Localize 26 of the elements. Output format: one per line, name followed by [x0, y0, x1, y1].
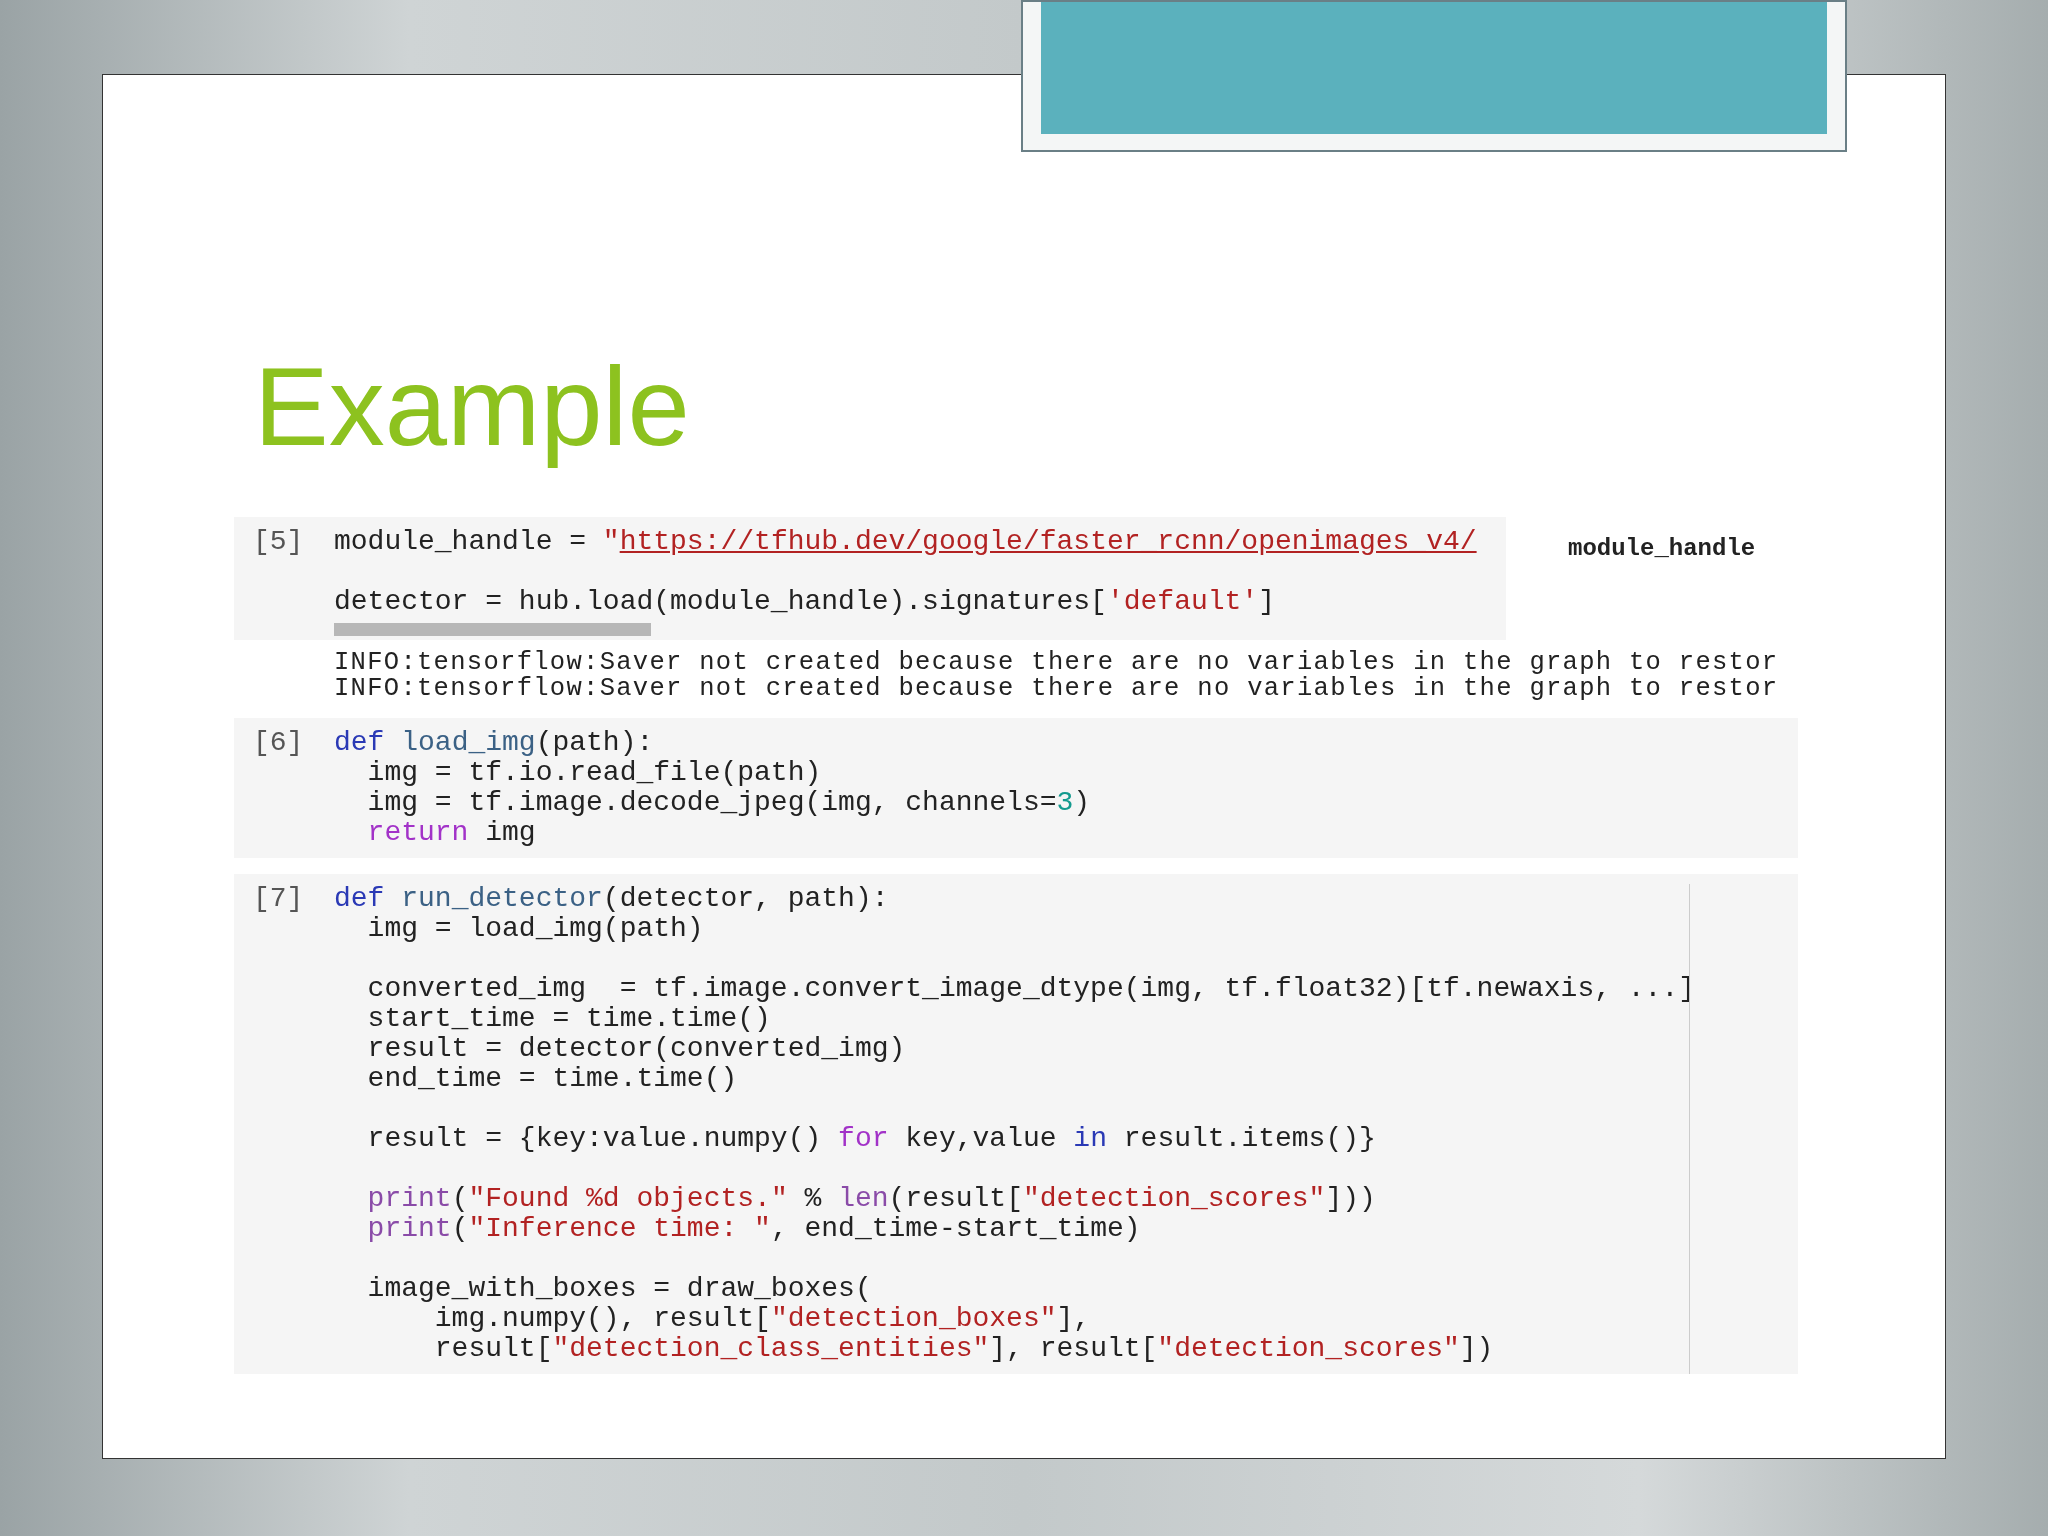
output-line: INFO:tensorflow:Saver not created because there are no variables in the graph to restor: [334, 650, 1780, 676]
code-line: detector = hub.load(module_handle).signatures['default']: [334, 585, 1276, 617]
code-line: img = tf.io.read_file(path): [366, 758, 823, 788]
code-line: result = detector(converted_img): [366, 1034, 907, 1064]
cell-prompt: [5]: [252, 527, 305, 559]
code-line: def load_img(path):: [334, 728, 655, 758]
output-line: INFO:tensorflow:Saver not created because there are no variables in the graph to restor: [334, 676, 1780, 702]
code-line: print("Inference time: ", end_time-start_time): [366, 1214, 1142, 1244]
code-line: def run_detector(detector, path):: [334, 884, 890, 914]
code-line: result["detection_class_entities"], result["detection_scores"]): [433, 1334, 1495, 1364]
code-line: print("Found %d objects." % len(result["detection_scores"])): [366, 1182, 1377, 1214]
code-line: img = tf.image.decode_jpeg(img, channels=3): [366, 788, 1092, 818]
cell-prompt: [7]: [252, 884, 305, 916]
output-text: module_handle: [1568, 534, 1756, 564]
code-line: img.numpy(), result["detection_boxes"],: [433, 1304, 1092, 1334]
code-line: end_time = time.time(): [366, 1064, 739, 1094]
code-line: module_handle = "https://tfhub.dev/google/faster_rcnn/openimages_v4/: [334, 527, 1478, 557]
slide-title: Example: [254, 343, 690, 471]
code-line: converted_img = tf.image.convert_image_dtype(img, tf.float32)[tf.newaxis, ...]: [366, 972, 1697, 1004]
code-line: img = load_img(path): [366, 914, 705, 944]
cell-prompt: [6]: [252, 728, 305, 760]
code-line: result = {key:value.numpy() for key,value in result.items()}: [366, 1122, 1377, 1154]
code-line: start_time = time.time(): [366, 1004, 772, 1034]
code-line: return img: [366, 818, 537, 848]
link[interactable]: https://tfhub.dev/google/faster_rcnn/openimages_v4/: [619, 526, 1477, 557]
code-line: image_with_boxes = draw_boxes(: [366, 1272, 873, 1304]
